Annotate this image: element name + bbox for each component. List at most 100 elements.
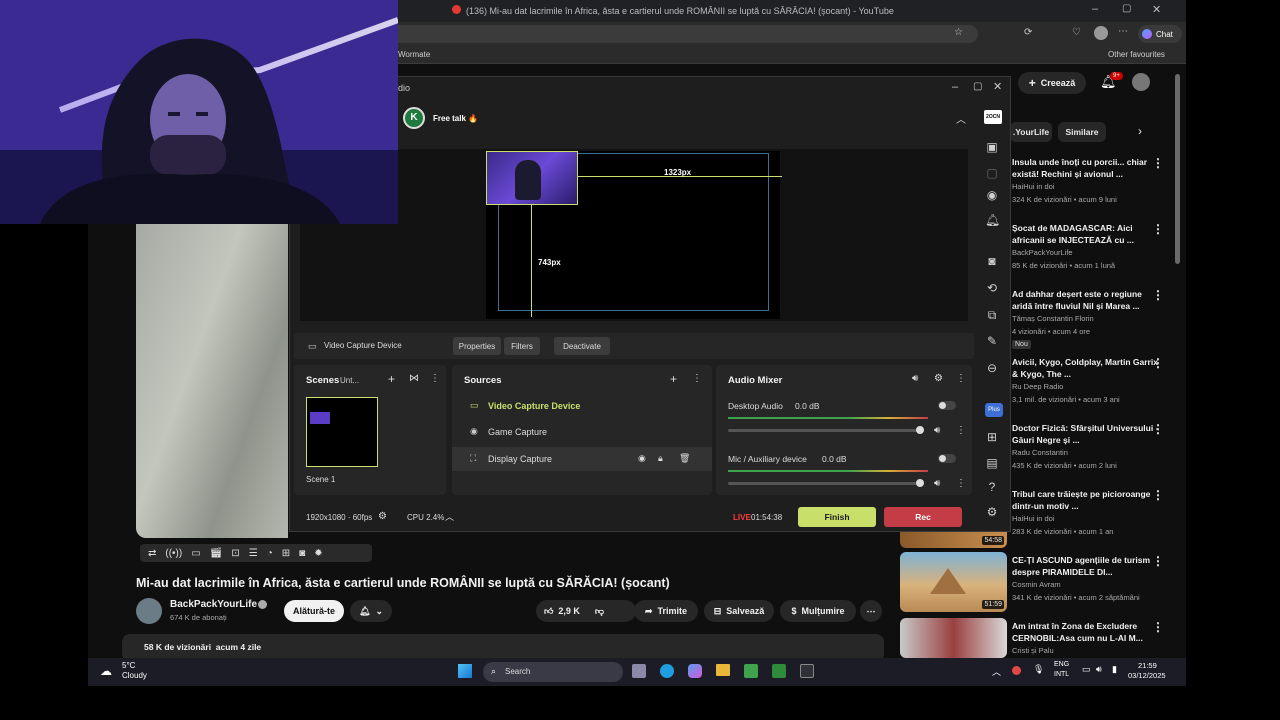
- more-options-icon[interactable]: ⋮: [1152, 156, 1164, 170]
- list-item[interactable]: Ad dahhar deșert este o regiune aridă în…: [1012, 288, 1162, 349]
- video-capture-source-box[interactable]: [486, 151, 578, 205]
- desktop-mute-icon[interactable]: 🔊︎: [934, 425, 940, 436]
- loop-icon[interactable]: ⇄: [148, 548, 156, 559]
- app-logo[interactable]: 2OCN: [984, 110, 1002, 124]
- mic-toggle[interactable]: [938, 454, 956, 463]
- list-item[interactable]: Avicii, Kygo, Coldplay, Martin Garrix & …: [1012, 356, 1162, 406]
- chat-bubble-icon[interactable]: ◉: [985, 188, 999, 202]
- scene-collection-dropdown[interactable]: Unt...: [340, 376, 359, 385]
- apps-icon[interactable]: ⊞: [985, 430, 999, 444]
- scene-thumbnail[interactable]: [306, 397, 378, 467]
- minimize-icon[interactable]: –: [1092, 3, 1098, 15]
- video-thumbnail[interactable]: 51:59: [900, 552, 1007, 612]
- mixer-menu-icon[interactable]: ⋮: [956, 373, 966, 384]
- camera-icon[interactable]: ◙: [299, 548, 305, 559]
- thanks-button[interactable]: $ Mulțumire: [780, 600, 856, 622]
- desktop-audio-toggle[interactable]: [938, 401, 956, 410]
- volume-icon[interactable]: 🔊︎: [1096, 664, 1102, 675]
- more-options-icon[interactable]: ⋮: [1152, 288, 1164, 302]
- weather-desc[interactable]: Cloudy: [122, 671, 147, 680]
- video-thumbnail[interactable]: [900, 618, 1007, 658]
- dock-icon[interactable]: ▤: [985, 456, 999, 470]
- like-count[interactable]: 2,9 K: [558, 606, 580, 616]
- speaker-icon[interactable]: 🔊︎: [912, 373, 918, 384]
- link-icon[interactable]: ⊖: [985, 361, 999, 375]
- account-avatar[interactable]: [1132, 73, 1150, 91]
- help-icon[interactable]: ?: [985, 480, 999, 494]
- source-video-capture[interactable]: ▭ Video Capture Device: [456, 395, 708, 417]
- scene-name[interactable]: Scene 1: [306, 475, 335, 484]
- file-explorer-icon[interactable]: [716, 664, 730, 676]
- video-frame[interactable]: [136, 224, 288, 538]
- add-source-icon[interactable]: +: [670, 372, 677, 386]
- tab-title[interactable]: (136) Mi-au dat lacrimile în Africa, ăst…: [466, 6, 894, 16]
- extensions-icon[interactable]: ⟳: [1024, 27, 1032, 38]
- edge-icon[interactable]: [660, 664, 674, 678]
- obs-maximize-icon[interactable]: ▢: [973, 81, 982, 92]
- more-actions-button[interactable]: ⋯: [860, 600, 882, 622]
- weather-icon[interactable]: ☁: [100, 664, 112, 678]
- app-icon-green-2[interactable]: [772, 664, 786, 678]
- clips-icon[interactable]: ⧉: [985, 308, 999, 322]
- windows-start-icon[interactable]: [458, 664, 472, 678]
- obs-close-icon[interactable]: ✕: [993, 80, 1002, 93]
- obs-taskbar-icon[interactable]: [800, 664, 814, 678]
- like-icon[interactable]: 👍︎: [544, 606, 553, 617]
- finish-button[interactable]: Finish: [798, 507, 876, 527]
- list-icon[interactable]: ☰: [249, 548, 258, 559]
- description-box[interactable]: 58 K de vizionări acum 4 zile: [122, 634, 884, 658]
- settings-icon[interactable]: ✹: [314, 548, 322, 559]
- copilot-chat-button[interactable]: Chat: [1138, 25, 1182, 43]
- weather-temp[interactable]: 5°C: [122, 661, 135, 670]
- bookmark-other-favourites[interactable]: Other favourites: [1108, 50, 1165, 59]
- profile-avatar[interactable]: K: [403, 107, 425, 129]
- more-options-icon[interactable]: ⋮: [1152, 222, 1164, 236]
- more-options-icon[interactable]: ⋮: [1152, 554, 1164, 568]
- more-options-icon[interactable]: ⋮: [1152, 488, 1164, 502]
- profile-name[interactable]: Free talk 🔥: [433, 114, 478, 123]
- screenshot-icon[interactable]: ◙: [985, 254, 999, 268]
- chip-channel[interactable]: .YourLife: [1010, 122, 1052, 142]
- gear-icon[interactable]: ⚙: [985, 505, 999, 519]
- mixer-settings-icon[interactable]: ⚙: [934, 373, 943, 384]
- more-icon[interactable]: ⋯: [1118, 26, 1128, 37]
- channel-name[interactable]: BackPackYourLife: [170, 599, 257, 610]
- more-options-icon[interactable]: ⋮: [1152, 620, 1164, 634]
- canvas[interactable]: 1323px 743px: [486, 151, 782, 319]
- lang-bottom[interactable]: INTL: [1054, 671, 1069, 678]
- more-options-icon[interactable]: ⋮: [1152, 356, 1164, 370]
- mic-volume-knob[interactable]: [916, 479, 924, 487]
- dislike-icon[interactable]: 👎︎: [595, 606, 604, 617]
- sources-menu-icon[interactable]: ⋮: [692, 373, 702, 384]
- clock-date[interactable]: 03/12/2025: [1128, 671, 1166, 680]
- broadcast-icon[interactable]: ((•)): [165, 548, 182, 559]
- add-scene-icon[interactable]: +: [388, 372, 395, 386]
- bookmark-wormate[interactable]: Wormate: [398, 50, 430, 59]
- alert-bell-icon[interactable]: 🔔︎: [985, 213, 1000, 227]
- source-game-capture[interactable]: ◉ Game Capture: [456, 421, 708, 443]
- network-icon[interactable]: ▭: [1082, 664, 1091, 675]
- list-item[interactable]: Doctor Fizică: Sfârșitul Universului - G…: [1012, 422, 1162, 472]
- create-button[interactable]: + Creează: [1018, 72, 1086, 94]
- share-button[interactable]: ➦ Trimite: [634, 600, 698, 622]
- page-scrollbar[interactable]: [1175, 74, 1180, 264]
- close-icon[interactable]: ✕: [1152, 3, 1161, 16]
- deactivate-button[interactable]: Deactivate: [554, 337, 610, 355]
- list-item[interactable]: Tribul care trăiește pe picioroange dint…: [1012, 488, 1162, 538]
- copilot-app-icon[interactable]: [688, 664, 702, 678]
- plus-badge[interactable]: Plus: [985, 403, 1003, 417]
- taskbar-search[interactable]: ⌕ Search: [483, 662, 623, 682]
- list-item[interactable]: Am intrat în Zona de Excludere CERNOBIL:…: [1012, 620, 1162, 657]
- chips-next-icon[interactable]: ›: [1138, 124, 1142, 138]
- clock-time[interactable]: 21:59: [1138, 661, 1157, 670]
- maximize-icon[interactable]: ▢: [1122, 3, 1131, 14]
- mic-volume-slider[interactable]: [728, 479, 924, 487]
- battery-icon[interactable]: ▮: [1112, 664, 1117, 675]
- obs-minimize-icon[interactable]: –: [952, 81, 958, 93]
- trash-icon[interactable]: 🗑︎: [679, 453, 690, 464]
- list-item[interactable]: Șocat de MADAGASCAR: Aici africanii se I…: [1012, 222, 1162, 272]
- more-options-icon[interactable]: ⋮: [1152, 422, 1164, 436]
- filters-button[interactable]: Filters: [504, 337, 540, 355]
- replay-icon[interactable]: ⟲: [985, 281, 999, 295]
- speed-icon[interactable]: ◔: [267, 548, 273, 559]
